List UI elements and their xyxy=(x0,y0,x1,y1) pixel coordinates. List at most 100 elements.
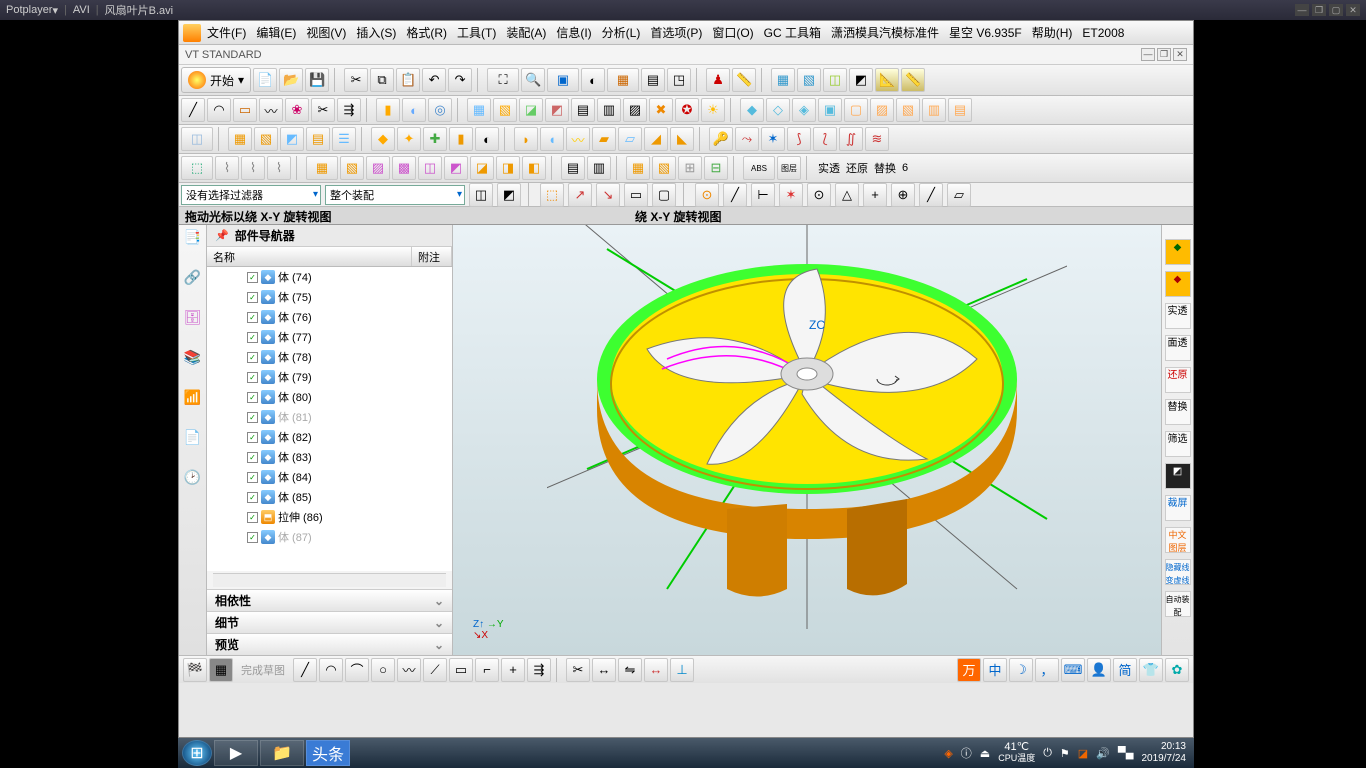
menu-help[interactable]: 帮助(H) xyxy=(1028,22,1077,43)
e5-icon[interactable]: ⟅ xyxy=(813,127,837,151)
col-note[interactable]: 附注 xyxy=(412,247,452,266)
tree-item[interactable]: ✓◆体 (84) xyxy=(207,467,452,487)
ime-moon-icon[interactable]: ☽ xyxy=(1009,658,1033,682)
ruler2-icon[interactable]: 📏 xyxy=(901,68,925,92)
tree-item[interactable]: ✓◆体 (76) xyxy=(207,307,452,327)
rail-hist-icon[interactable]: 🕑 xyxy=(182,469,204,491)
sk-rect-icon[interactable]: ▭ xyxy=(449,658,473,682)
sk-arc2-icon[interactable]: ⌒ xyxy=(345,658,369,682)
snap10-icon[interactable]: ▱ xyxy=(947,183,971,207)
doc-close-icon[interactable]: ✕ xyxy=(1173,48,1187,61)
tr3[interactable]: 替换 xyxy=(872,160,898,176)
restore-icon[interactable]: ❐ xyxy=(1312,4,1326,16)
cube-icon[interactable]: ▦ xyxy=(607,68,639,92)
assem1-icon[interactable]: ▦ xyxy=(771,68,795,92)
datum-icon[interactable]: ◫ xyxy=(181,127,213,151)
copy-icon[interactable]: ⧉ xyxy=(370,68,394,92)
min-icon[interactable]: — xyxy=(1295,4,1309,16)
sk-grid-icon[interactable]: ▦ xyxy=(209,658,233,682)
f7-icon[interactable]: ▨ xyxy=(623,98,647,122)
s8-icon[interactable]: ▥ xyxy=(922,98,946,122)
d2-icon[interactable]: ◖ xyxy=(540,127,564,151)
c3-icon[interactable]: ✚ xyxy=(423,127,447,151)
ruler-icon[interactable]: 📐 xyxy=(875,68,899,92)
task-potplayer[interactable]: ▶ xyxy=(214,740,258,766)
p2-icon[interactable]: ▧ xyxy=(340,156,364,180)
layers-icon[interactable]: 图层 xyxy=(777,156,801,180)
snap3-icon[interactable]: ⊢ xyxy=(751,183,775,207)
menu-tools[interactable]: 工具(T) xyxy=(453,22,500,43)
tree-item[interactable]: ✓◆体 (78) xyxy=(207,347,452,367)
rail-doc-icon[interactable]: 📄 xyxy=(182,429,204,451)
tray-pwr-icon[interactable]: ⏻ xyxy=(1043,747,1052,760)
sk-dim-icon[interactable]: ↔ xyxy=(644,658,668,682)
menu-analyze[interactable]: 分析(L) xyxy=(598,22,645,43)
p9-icon[interactable]: ◧ xyxy=(522,156,546,180)
c1-icon[interactable]: ◆ xyxy=(371,127,395,151)
rr-5[interactable]: 筛选 xyxy=(1165,431,1191,457)
assem3-icon[interactable]: ◫ xyxy=(823,68,847,92)
f10-icon[interactable]: ☀ xyxy=(701,98,725,122)
sk-fillet-icon[interactable]: ⌐ xyxy=(475,658,499,682)
r2-icon[interactable]: ▧ xyxy=(652,156,676,180)
p1-icon[interactable]: ▦ xyxy=(306,156,338,180)
sk-sp-icon[interactable]: 〰 xyxy=(397,658,421,682)
tr2[interactable]: 还原 xyxy=(844,160,870,176)
tray-net-icon[interactable]: ▀▄ xyxy=(1118,747,1134,759)
menu-format[interactable]: 格式(R) xyxy=(402,22,451,43)
shade-icon[interactable]: ◐ xyxy=(581,68,605,92)
p3-icon[interactable]: ▨ xyxy=(366,156,390,180)
paste-icon[interactable]: 📋 xyxy=(396,68,420,92)
trim-icon[interactable]: ✂ xyxy=(311,98,335,122)
b2-icon[interactable]: ▧ xyxy=(254,127,278,151)
rail-nav-icon[interactable]: 📑 xyxy=(182,229,204,251)
tree-list[interactable]: ✓◆体 (74)✓◆体 (75)✓◆体 (76)✓◆体 (77)✓◆体 (78)… xyxy=(207,267,452,571)
sk-ext-icon[interactable]: ↔ xyxy=(592,658,616,682)
sec-depend[interactable]: 相依性 xyxy=(207,589,452,611)
fb3-icon[interactable]: ⬚ xyxy=(540,183,564,207)
tree-check[interactable]: ✓ xyxy=(247,312,258,323)
tree-item[interactable]: ✓◆体 (79) xyxy=(207,367,452,387)
ime-kb-icon[interactable]: ⌨ xyxy=(1061,658,1085,682)
rr-3[interactable]: 还原 xyxy=(1165,367,1191,393)
menu-assem[interactable]: 装配(A) xyxy=(502,22,550,43)
sel-icon[interactable]: ⬚ xyxy=(181,156,213,180)
sk-off-icon[interactable]: ⇶ xyxy=(527,658,551,682)
rr-1[interactable]: 实透 xyxy=(1165,303,1191,329)
person-icon[interactable]: ♟ xyxy=(706,68,730,92)
menu-window[interactable]: 窗口(O) xyxy=(708,22,757,43)
tree-item[interactable]: ✓⬒拉伸 (86) xyxy=(207,507,452,527)
s4-icon[interactable]: ▣ xyxy=(818,98,842,122)
tray-flag-icon[interactable]: ⚑ xyxy=(1060,747,1070,760)
f1-icon[interactable]: ▦ xyxy=(467,98,491,122)
rr-hide-icon[interactable]: 隐藏线变虚线 xyxy=(1165,559,1191,585)
menu-gc[interactable]: GC 工具箱 xyxy=(760,22,825,43)
menu-star[interactable]: 星空 V6.935F xyxy=(945,22,1026,43)
undo-icon[interactable]: ↶ xyxy=(422,68,446,92)
filter-combo-2[interactable]: 整个装配 xyxy=(325,185,465,205)
sk-con-icon[interactable]: ⊥ xyxy=(670,658,694,682)
rr-crop-icon[interactable]: 裁屏 xyxy=(1165,495,1191,521)
tray-i2-icon[interactable]: ⓘ xyxy=(961,745,972,761)
tray-vol-icon[interactable]: 🔊 xyxy=(1096,747,1110,760)
extrude-icon[interactable]: ▮ xyxy=(376,98,400,122)
sk-pt-icon[interactable]: + xyxy=(501,658,525,682)
spring3-icon[interactable]: ⌇ xyxy=(267,156,291,180)
sec-detail[interactable]: 细节 xyxy=(207,611,452,633)
new-icon[interactable]: 📄 xyxy=(253,68,277,92)
rr-2[interactable]: 面透 xyxy=(1165,335,1191,361)
r4-icon[interactable]: ⊟ xyxy=(704,156,728,180)
tree-scrollbar[interactable] xyxy=(213,573,446,587)
menu-file[interactable]: 文件(F) xyxy=(203,22,250,43)
s6-icon[interactable]: ▨ xyxy=(870,98,894,122)
tree-check[interactable]: ✓ xyxy=(247,352,258,363)
b3-icon[interactable]: ◩ xyxy=(280,127,304,151)
b4-icon[interactable]: ▤ xyxy=(306,127,330,151)
fit-icon[interactable]: ⛶ xyxy=(487,68,519,92)
s3-icon[interactable]: ◈ xyxy=(792,98,816,122)
sec-preview[interactable]: 预览 xyxy=(207,633,452,655)
snap2-icon[interactable]: ╱ xyxy=(723,183,747,207)
p8-icon[interactable]: ◨ xyxy=(496,156,520,180)
revolve-icon[interactable]: ◐ xyxy=(402,98,426,122)
close-icon[interactable]: ✕ xyxy=(1346,4,1360,16)
